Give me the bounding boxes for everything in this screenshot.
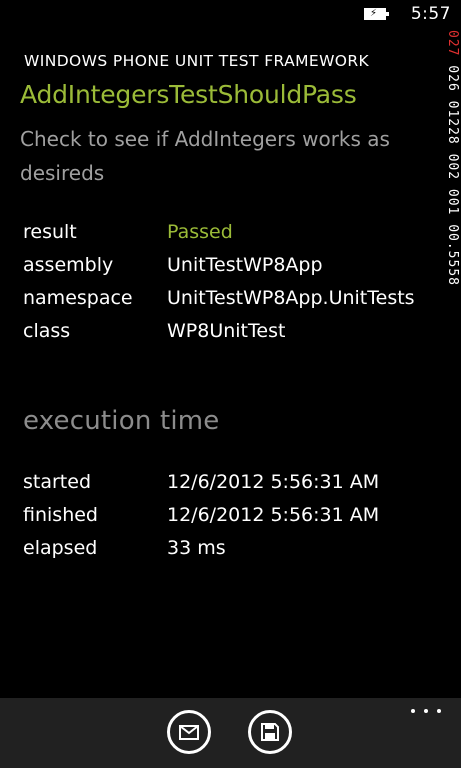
time-row-started: started 12/6/2012 5:56:31 AM <box>23 466 438 499</box>
time-key: finished <box>23 504 98 526</box>
execution-time-heading: execution time <box>23 406 220 436</box>
property-row-class: class WP8UnitTest <box>23 315 438 348</box>
time-key: elapsed <box>23 537 98 559</box>
app-title: WINDOWS PHONE UNIT TEST FRAMEWORK <box>24 52 370 70</box>
time-value: 12/6/2012 5:56:31 AM <box>167 504 380 526</box>
test-properties: result Passed assembly UnitTestWP8App na… <box>23 216 438 348</box>
application-bar <box>0 698 461 768</box>
property-key: namespace <box>23 287 133 309</box>
execution-times: started 12/6/2012 5:56:31 AM finished 12… <box>23 466 438 565</box>
save-icon <box>261 723 279 741</box>
ellipsis-icon[interactable] <box>411 706 441 716</box>
time-row-elapsed: elapsed 33 ms <box>23 532 438 565</box>
time-value: 33 ms <box>167 537 226 559</box>
save-button[interactable] <box>248 710 292 754</box>
battery-charging-icon: ⚡ <box>364 8 389 20</box>
status-bar: ⚡ 5:57 <box>0 0 461 32</box>
property-value: UnitTestWP8App.UnitTests <box>167 287 415 309</box>
email-icon <box>179 724 199 740</box>
frame-rate-counter: 027 026 01228 002 001 00.5558 <box>444 30 461 380</box>
time-value: 12/6/2012 5:56:31 AM <box>167 471 380 493</box>
property-key: class <box>23 320 71 342</box>
time-key: started <box>23 471 92 493</box>
page-title: AddIntegersTestShouldPass <box>20 80 357 109</box>
frame-rate-counter-highlight: 027 <box>445 30 460 57</box>
frame-rate-counter-values: 026 01228 002 001 00.5558 <box>445 56 460 286</box>
property-key: assembly <box>23 254 114 276</box>
property-value: UnitTestWP8App <box>167 254 323 276</box>
test-description: Check to see if AddIntegers works as des… <box>20 127 390 185</box>
property-value: WP8UnitTest <box>167 320 286 342</box>
property-key: result <box>23 221 77 243</box>
property-row-namespace: namespace UnitTestWP8App.UnitTests <box>23 282 438 315</box>
result-status: Passed <box>167 221 233 243</box>
email-button[interactable] <box>167 710 211 754</box>
property-row-result: result Passed <box>23 216 438 249</box>
time-row-finished: finished 12/6/2012 5:56:31 AM <box>23 499 438 532</box>
property-row-assembly: assembly UnitTestWP8App <box>23 249 438 282</box>
clock: 5:57 <box>410 4 451 24</box>
